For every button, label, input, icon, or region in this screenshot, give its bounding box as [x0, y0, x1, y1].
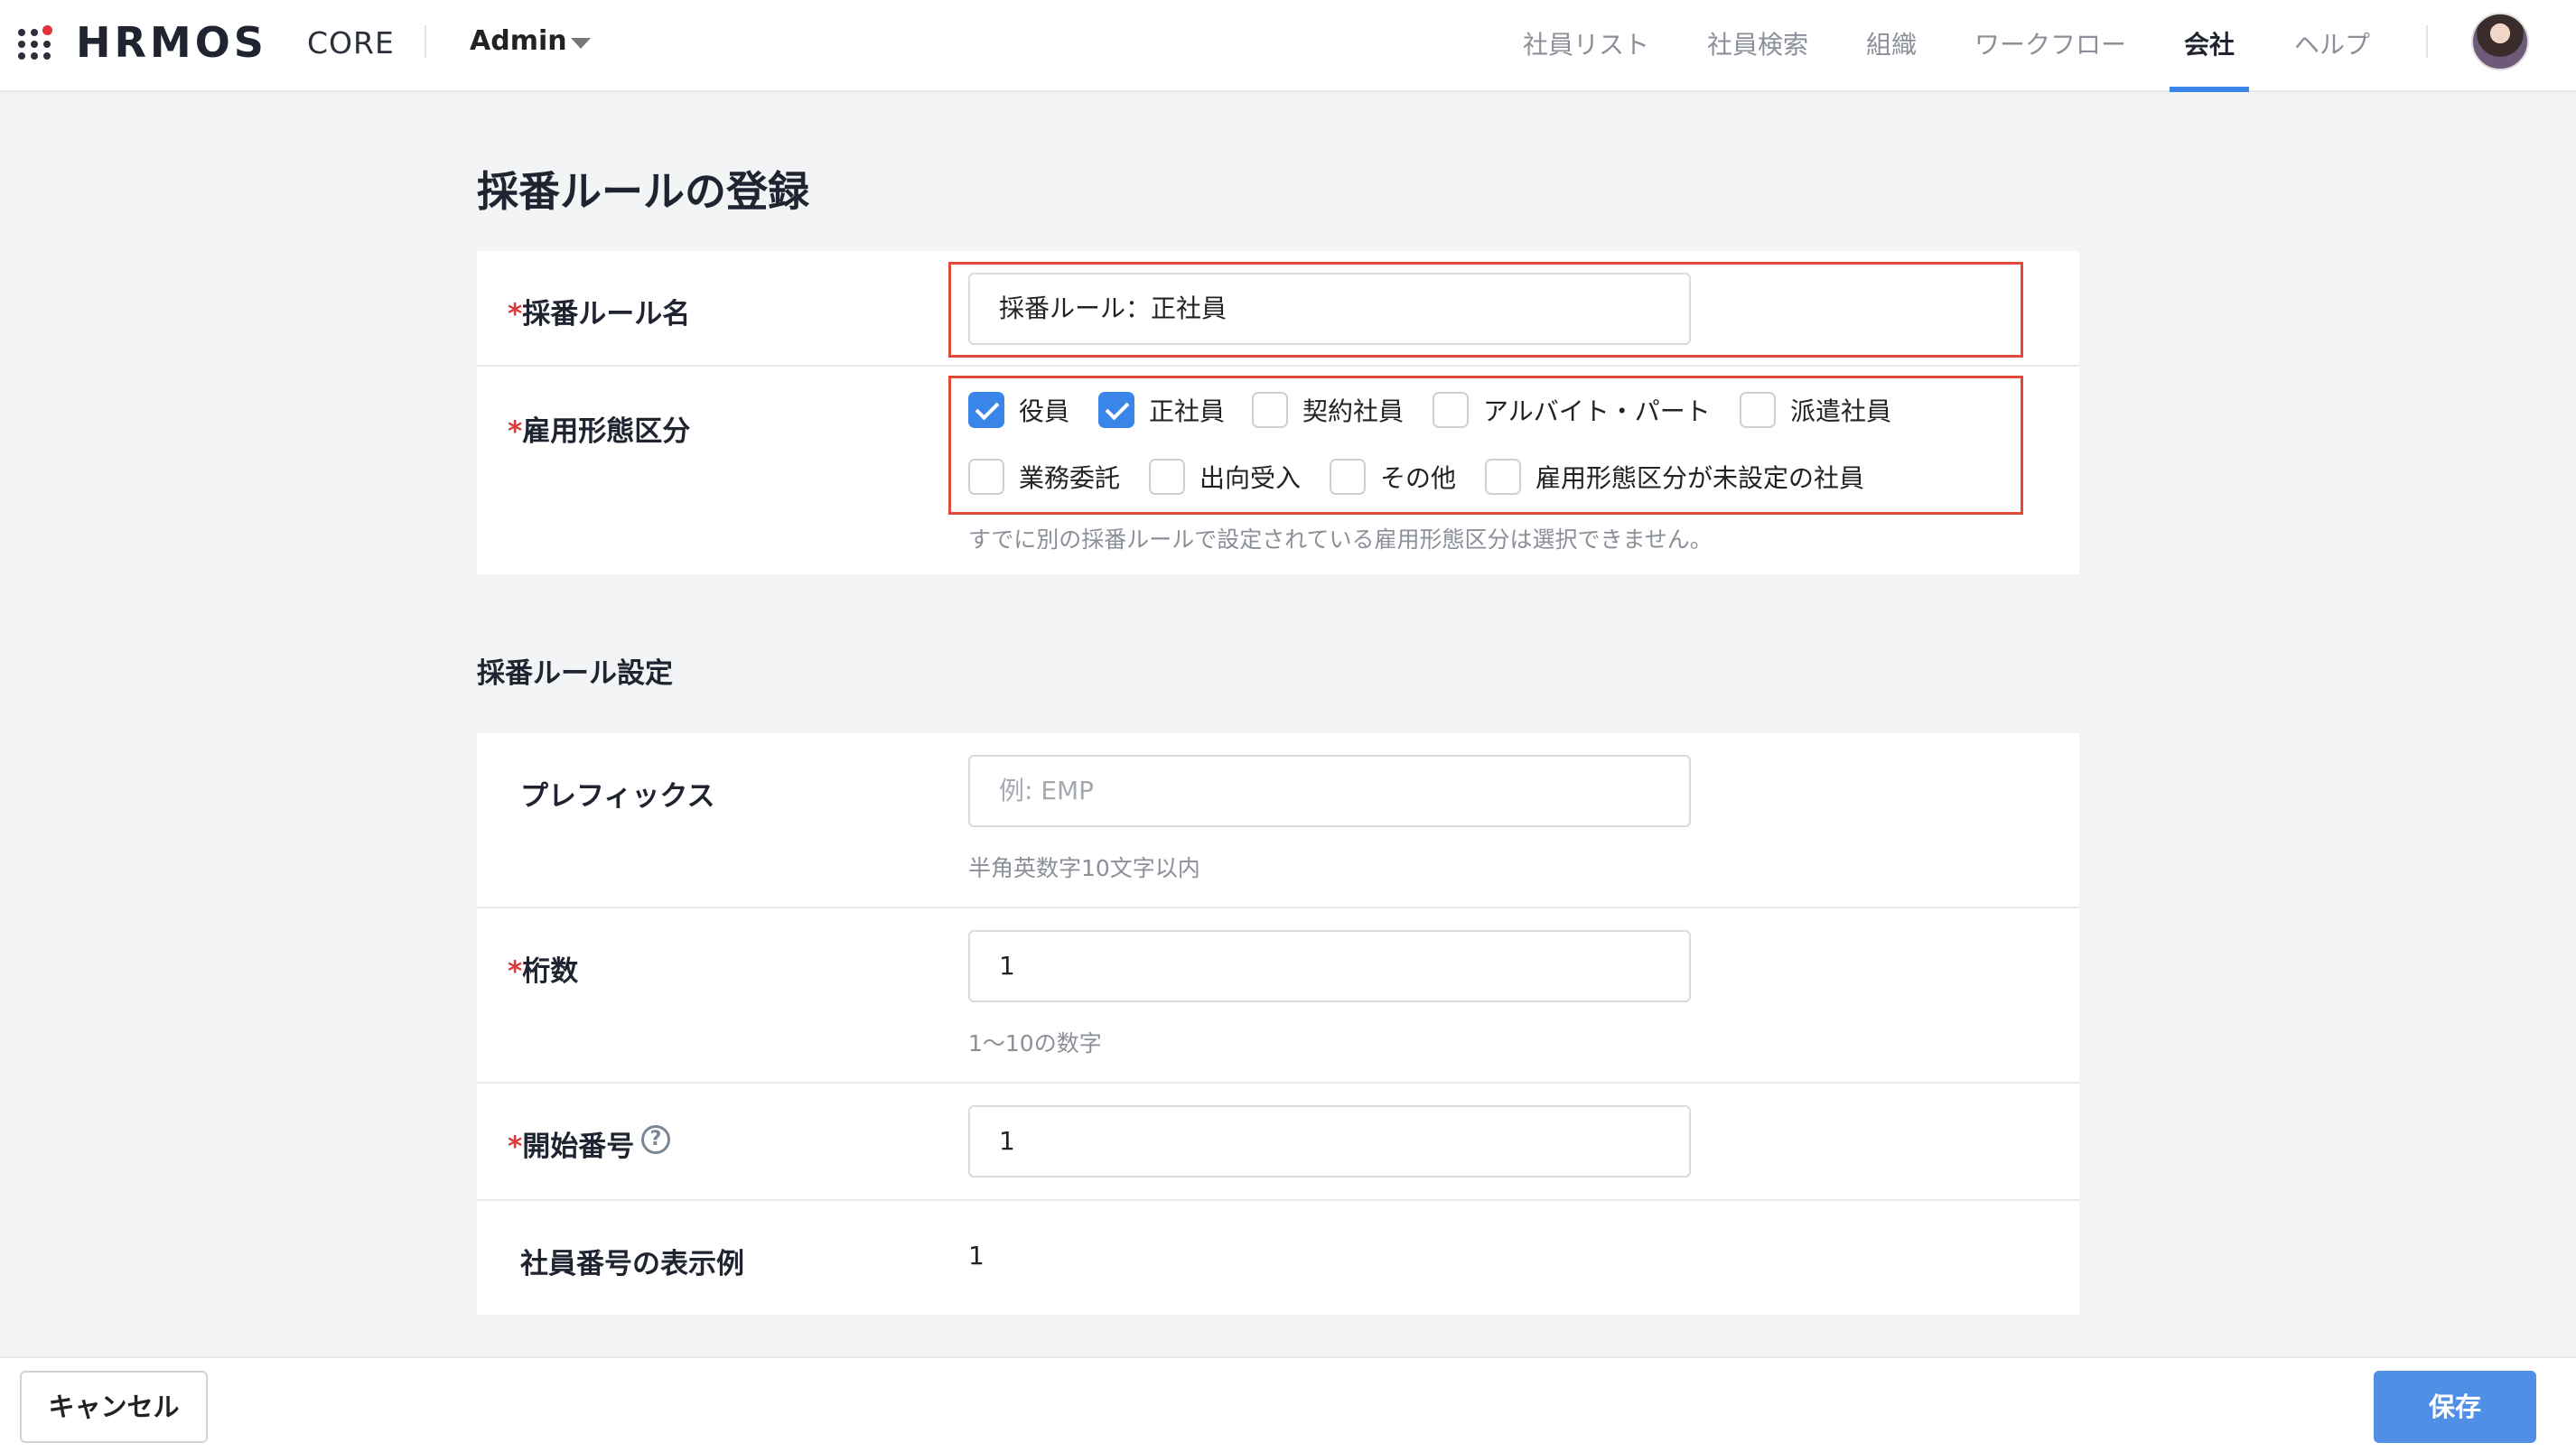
checkbox-label: 業務委託	[1019, 463, 1121, 493]
nav-help[interactable]: ヘルプ	[2294, 25, 2370, 61]
scrollbar-track[interactable]	[2562, 92, 2576, 1356]
cancel-button[interactable]: キャンセル	[20, 1371, 208, 1443]
checkbox-regular-employee[interactable]	[1098, 392, 1134, 428]
role-switcher[interactable]: Admin	[470, 25, 567, 57]
app-header: HRMOS CORE Admin 社員リスト 社員検索 組織 ワークフロー 会社…	[0, 0, 2576, 92]
header-divider	[2426, 25, 2428, 58]
help-icon[interactable]: ?	[641, 1125, 670, 1154]
hrmos-logo[interactable]: HRMOS	[76, 18, 267, 67]
employment-type-label: *雇用形態区分	[508, 415, 691, 448]
rule-name-input[interactable]: 採番ルール：正社員	[968, 273, 1691, 345]
checkbox-outsourcing[interactable]	[968, 459, 1004, 495]
app-switcher-icon[interactable]	[16, 25, 54, 61]
avatar[interactable]	[2471, 13, 2529, 70]
checkbox-contract-employee[interactable]	[1252, 392, 1288, 428]
start-number-input[interactable]: 1	[968, 1105, 1691, 1177]
prefix-hint: 半角英数字10文字以内	[968, 855, 1200, 881]
checkbox-unset[interactable]	[1485, 459, 1521, 495]
logo-product-name: CORE	[307, 25, 395, 60]
checkbox-dispatched[interactable]	[1740, 392, 1776, 428]
row-divider	[477, 1082, 2079, 1084]
checkbox-part-time[interactable]	[1433, 392, 1469, 428]
rule-basic-card: *採番ルール名 採番ルール：正社員 *雇用形態区分 役員 正社員 契約社員 アル…	[477, 251, 2079, 574]
settings-section-title: 採番ルール設定	[477, 657, 673, 690]
save-button[interactable]: 保存	[2374, 1371, 2536, 1443]
digits-label: *桁数	[508, 955, 579, 988]
rule-settings-card: プレフィックス 例: EMP 半角英数字10文字以内 *桁数 1 1〜10の数字…	[477, 733, 2079, 1315]
row-divider	[477, 907, 2079, 908]
checkbox-label: その他	[1380, 463, 1457, 493]
active-tab-indicator	[2170, 87, 2249, 92]
checkbox-executive[interactable]	[968, 392, 1004, 428]
nav-organization[interactable]: 組織	[1866, 25, 1917, 61]
prefix-input[interactable]: 例: EMP	[968, 755, 1691, 827]
page-title: 採番ルールの登録	[477, 167, 809, 216]
nav-workflow[interactable]: ワークフロー	[1974, 25, 2126, 61]
chevron-down-icon[interactable]	[571, 38, 591, 49]
checkbox-label: 雇用形態区分が未設定の社員	[1535, 463, 1865, 493]
header-divider	[425, 25, 426, 58]
row-divider	[477, 1199, 2079, 1201]
checkbox-label: 派遣社員	[1790, 396, 1892, 426]
checkbox-label: 正社員	[1149, 396, 1226, 426]
display-example-value: 1	[968, 1241, 985, 1270]
checkbox-label: 契約社員	[1302, 396, 1405, 426]
checkbox-label: 役員	[1019, 396, 1070, 426]
nav-company[interactable]: 会社	[2184, 25, 2235, 61]
prefix-label: プレフィックス	[520, 780, 715, 813]
employment-type-hint: すでに別の採番ルールで設定されている雇用形態区分は選択できません。	[968, 526, 1713, 553]
nav-employee-list[interactable]: 社員リスト	[1523, 25, 1649, 61]
display-example-label: 社員番号の表示例	[520, 1248, 744, 1280]
start-number-label: *開始番号	[508, 1131, 635, 1163]
digits-input[interactable]: 1	[968, 930, 1691, 1002]
checkbox-label: 出向受入	[1199, 463, 1302, 493]
row-divider	[477, 365, 2079, 367]
nav-employee-search[interactable]: 社員検索	[1707, 25, 1808, 61]
checkbox-other[interactable]	[1330, 459, 1366, 495]
rule-name-label: *採番ルール名	[508, 298, 691, 330]
action-footer	[0, 1356, 2576, 1452]
checkbox-label: アルバイト・パート	[1483, 396, 1711, 426]
digits-hint: 1〜10の数字	[968, 1030, 1102, 1056]
checkbox-secondment[interactable]	[1149, 459, 1185, 495]
